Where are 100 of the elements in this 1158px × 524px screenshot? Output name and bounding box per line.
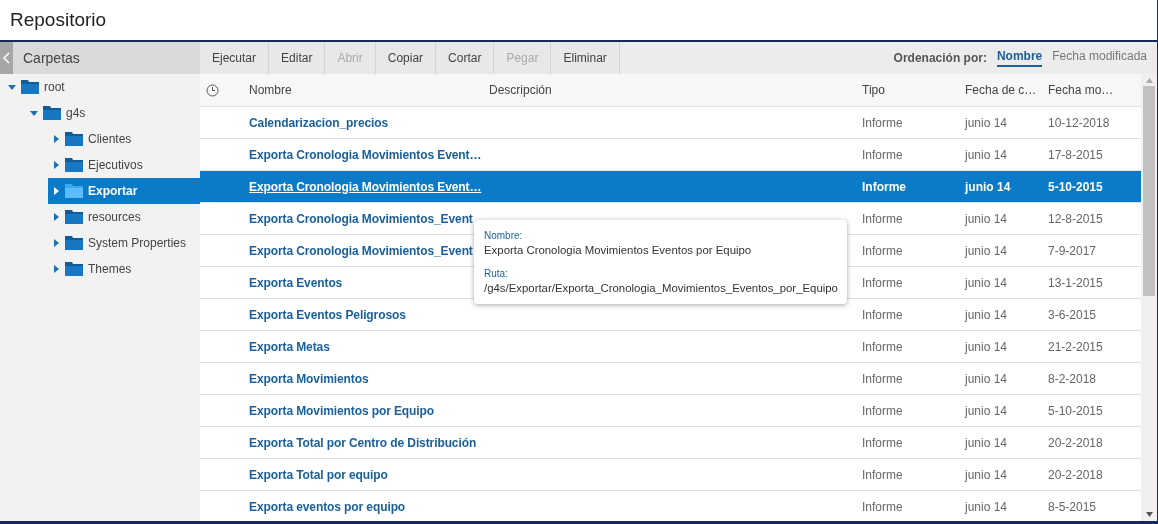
folder-icon <box>21 80 39 94</box>
table-cell: 8-2-2018 <box>1048 371 1097 386</box>
table-cell: junio 14 <box>965 467 1008 482</box>
table-cell: 20-2-2018 <box>1048 467 1103 482</box>
table-cell: Informe <box>862 467 903 482</box>
report-link[interactable]: Exporta eventos por equipo <box>249 499 406 514</box>
table-cell: 5-10-2015 <box>1048 179 1103 194</box>
column-header[interactable]: Tipo <box>862 83 885 97</box>
folder-item[interactable]: Clientes <box>48 126 200 152</box>
table-cell: junio 14 <box>965 115 1008 130</box>
report-link[interactable]: Calendarizacion_precios <box>249 115 389 130</box>
scrollbar[interactable] <box>1141 74 1157 521</box>
table-cell: junio 14 <box>965 339 1008 354</box>
report-link[interactable]: Exporta Total por equipo <box>249 467 388 482</box>
table-cell: 5-10-2015 <box>1048 403 1103 418</box>
report-link[interactable]: Exporta Movimientos <box>249 371 369 386</box>
table-cell: 12-8-2015 <box>1048 211 1103 226</box>
report-link[interactable]: Exporta Cronologia Movimientos Event… <box>249 179 482 194</box>
table-cell: Informe <box>862 115 903 130</box>
table-cell: junio 14 <box>965 275 1008 290</box>
folder-icon <box>65 236 83 250</box>
table-row[interactable]: Exporta Total por equipo Informe junio 14 20-2-2018 <box>200 459 1141 491</box>
sort-label: Ordenación por: <box>893 51 987 65</box>
table-row[interactable]: Exporta Total por Centro de Distribución Informe junio 14 20-2-2018 <box>200 427 1141 459</box>
table-cell: 10-12-2018 <box>1048 115 1110 130</box>
caret-icon[interactable] <box>52 187 60 195</box>
toolbar-button[interactable]: Copiar <box>375 42 437 74</box>
folder-item[interactable]: Exportar <box>48 178 200 204</box>
collapse-button[interactable] <box>0 42 13 74</box>
column-header[interactable]: Descripción <box>489 83 552 97</box>
folder-item[interactable]: resources <box>48 204 200 230</box>
report-link[interactable]: Exporta Eventos Peligrosos <box>249 307 406 322</box>
toolbar-button[interactable]: Eliminar <box>551 42 620 74</box>
table-cell: Informe <box>862 147 903 162</box>
table-cell: junio 14 <box>965 179 1011 194</box>
report-link[interactable]: Exporta Metas <box>249 339 330 354</box>
table-cell: Informe <box>862 371 903 386</box>
report-link[interactable]: Exporta Cronologia Movimientos Event… <box>249 147 482 162</box>
table-row[interactable]: Exporta Movimientos Informe junio 14 8-2-2018 <box>200 363 1141 395</box>
table-cell: Informe <box>862 179 906 194</box>
folder-icon <box>65 262 83 276</box>
folder-icon <box>65 184 83 198</box>
table-cell: 20-2-2018 <box>1048 435 1103 450</box>
toolbar-button[interactable]: Ejecutar <box>200 42 270 74</box>
tooltip-label: Ruta: <box>484 268 509 279</box>
caret-icon[interactable] <box>52 135 60 143</box>
folder-icon <box>43 106 61 120</box>
sidebar-title: Carpetas <box>23 50 80 66</box>
sort-option[interactable]: Fecha modificada <box>1052 49 1147 67</box>
table-cell: junio 14 <box>965 147 1008 162</box>
table-cell: Informe <box>862 307 903 322</box>
report-link[interactable]: Exporta Total por Centro de Distribución <box>249 435 477 450</box>
table-cell: junio 14 <box>965 435 1008 450</box>
table-cell: Informe <box>862 499 903 514</box>
folder-item[interactable]: System Properties <box>48 230 200 256</box>
report-link[interactable]: Exporta Movimientos por Equipo <box>249 403 434 418</box>
toolbar-button[interactable]: Editar <box>269 42 326 74</box>
table-cell: junio 14 <box>965 499 1008 514</box>
table-cell: 3-6-2015 <box>1048 307 1097 322</box>
table-cell: 21-2-2015 <box>1048 339 1103 354</box>
folder-item[interactable]: root <box>4 74 200 100</box>
report-link[interactable]: Exporta Cronologia Movimientos_Event <box>249 211 473 226</box>
clock-icon <box>206 83 219 97</box>
caret-icon[interactable] <box>52 161 60 169</box>
folder-item[interactable]: Ejecutivos <box>48 152 200 178</box>
arrow-down-icon[interactable] <box>1145 512 1153 517</box>
table-cell: junio 14 <box>965 211 1008 226</box>
caret-icon[interactable] <box>52 213 60 221</box>
folder-icon <box>65 210 83 224</box>
table-cell: Informe <box>862 243 903 258</box>
caret-icon[interactable] <box>52 239 60 247</box>
table-cell: junio 14 <box>965 371 1008 386</box>
table-cell: 13-1-2015 <box>1048 275 1103 290</box>
table-cell: junio 14 <box>965 403 1008 418</box>
table-cell: 8-5-2015 <box>1048 499 1097 514</box>
table-cell: Informe <box>862 403 903 418</box>
table-row[interactable]: Calendarizacion_precios Informe junio 14 10-12-2018 <box>200 107 1141 139</box>
column-header[interactable]: Nombre <box>249 83 292 97</box>
caret-icon[interactable] <box>52 265 60 273</box>
sort-option[interactable]: Nombre <box>996 49 1043 67</box>
column-header[interactable]: Fecha de c… <box>965 83 1037 97</box>
tooltip-text: Exporta Cronologia Movimientos Eventos por Equipo <box>484 244 753 256</box>
tooltip-text: /g4s/Exportar/Exporta_Cronologia_Movimientos_Eventos_por_Equipo <box>484 282 838 294</box>
toolbar-button[interactable]: Cortar <box>436 42 495 74</box>
table-row[interactable]: Exporta Cronologia Movimientos Event… Informe junio 14 5-10-2015 <box>200 171 1141 203</box>
caret-icon[interactable] <box>30 109 38 117</box>
report-link[interactable]: Exporta Eventos <box>249 275 343 290</box>
table-row[interactable]: Exporta Movimientos por Equipo Informe junio 14 5-10-2015 <box>200 395 1141 427</box>
caret-icon[interactable] <box>8 83 16 91</box>
report-link[interactable]: Exporta Cronologia Movimientos_Event <box>249 243 473 258</box>
table-cell: junio 14 <box>965 243 1008 258</box>
folder-icon <box>65 132 83 146</box>
table-cell: Informe <box>862 275 903 290</box>
folder-item[interactable]: Themes <box>48 256 200 282</box>
chevron-left-icon <box>2 52 11 64</box>
table-cell: 7-9-2017 <box>1048 243 1097 258</box>
table-row[interactable]: Exporta Metas Informe junio 14 21-2-2015 <box>200 331 1141 363</box>
table-cell: Informe <box>862 211 903 226</box>
column-header[interactable]: Fecha mo… <box>1048 83 1114 97</box>
folder-item[interactable]: g4s <box>26 100 200 126</box>
